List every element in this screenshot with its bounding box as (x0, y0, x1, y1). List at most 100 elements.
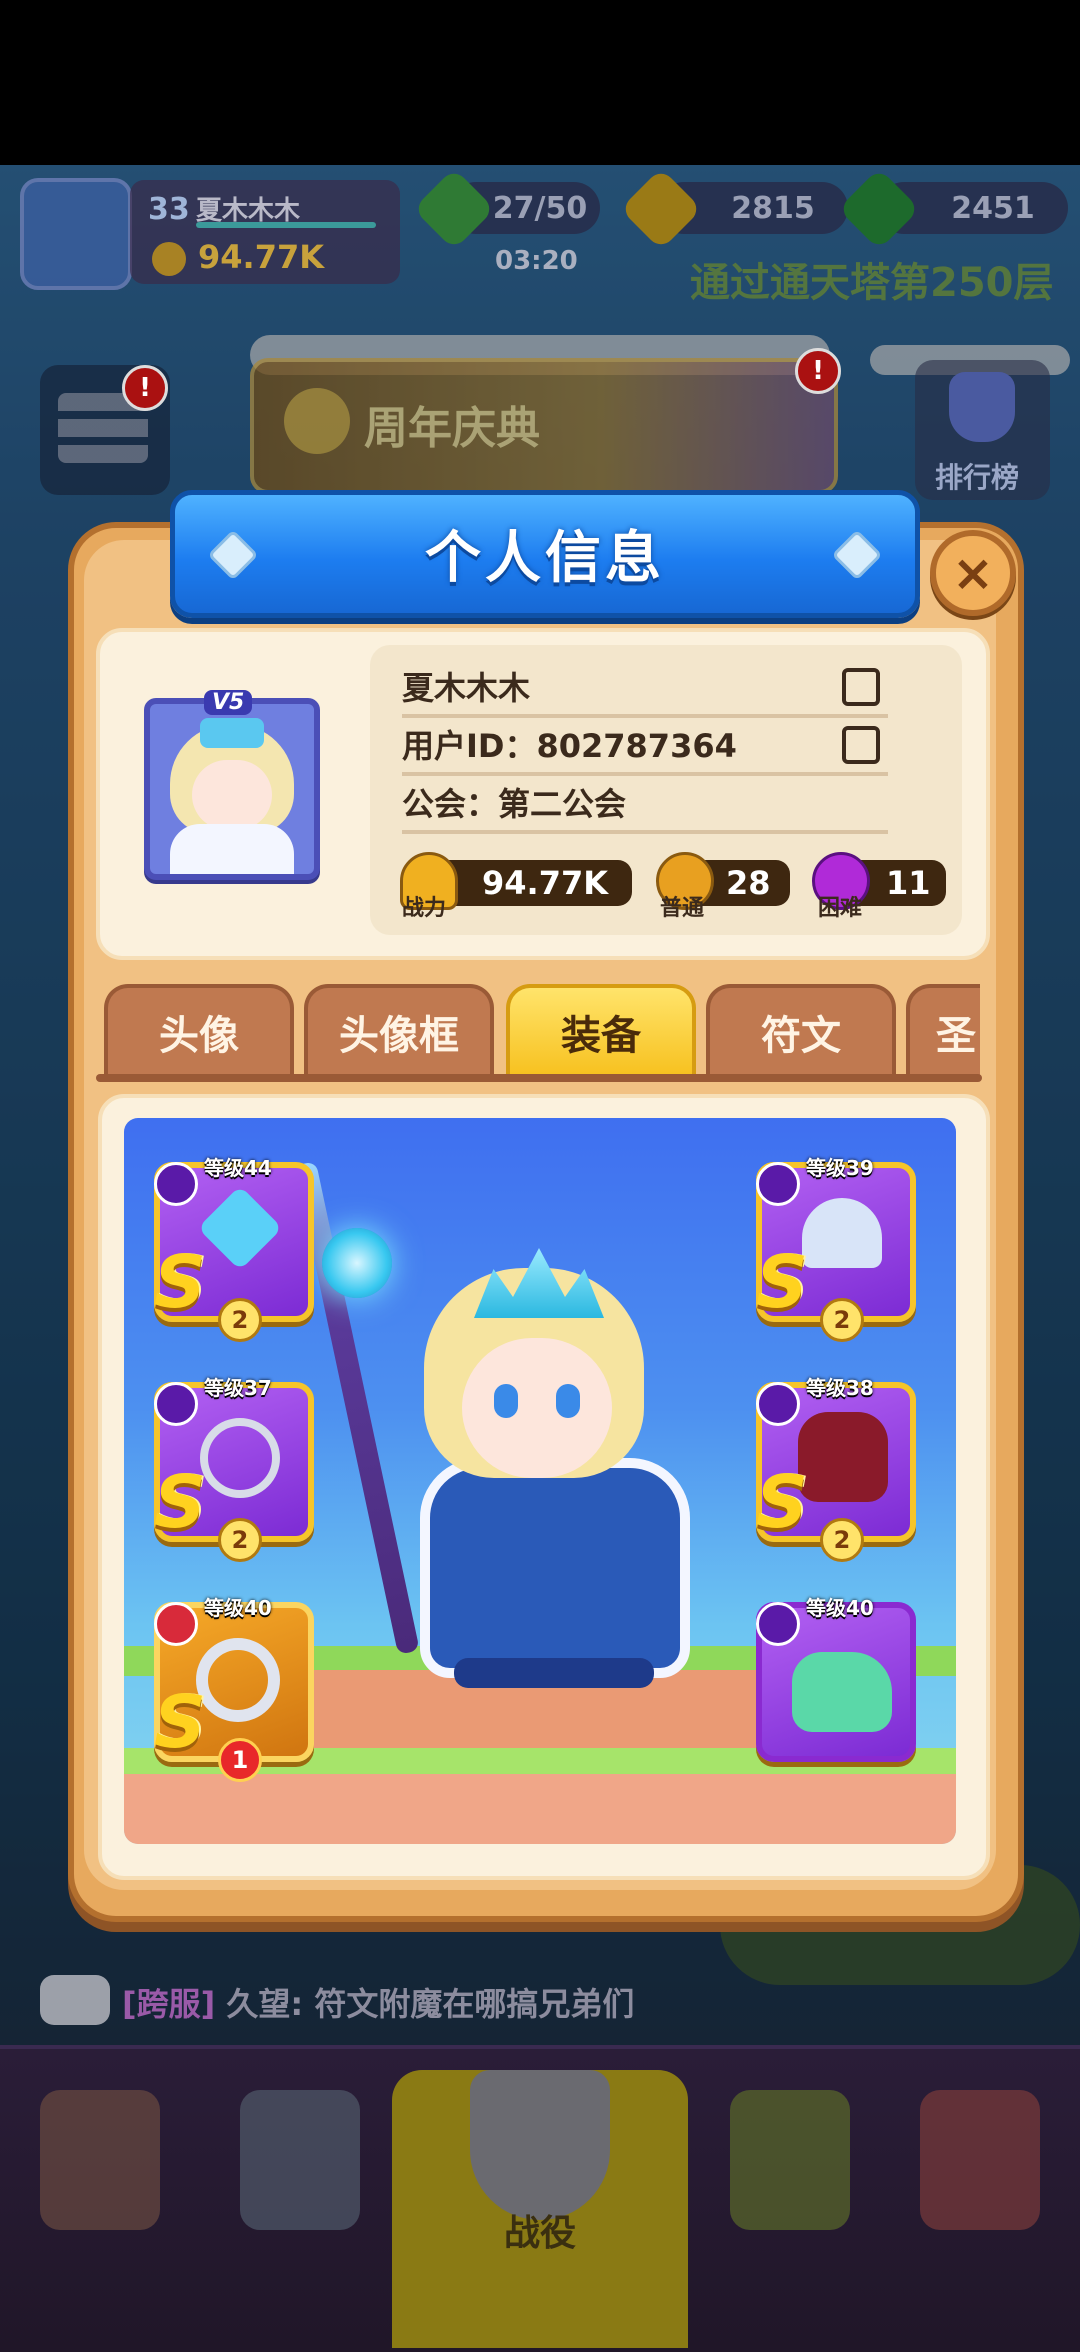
helmet-item-icon (802, 1198, 882, 1268)
hero-eye-left (494, 1384, 518, 1418)
scroll-notice: 通过通天塔第250层 (690, 260, 1054, 306)
nav-arena-icon[interactable] (920, 2090, 1040, 2230)
tab-equipment[interactable]: 装备 (506, 984, 696, 1076)
battle-shield-icon (470, 2070, 610, 2220)
armor-level: 等级38 (806, 1376, 874, 1400)
stamina-timer: 03:20 (495, 246, 578, 276)
hero-boots (454, 1658, 654, 1688)
edit-icon[interactable] (842, 668, 880, 706)
avatar-face (192, 760, 272, 830)
nav-battle-label: 战役 (504, 2213, 577, 2254)
event-banner[interactable]: 周年庆典 (250, 358, 838, 494)
equip-slot-necklace[interactable]: S 2 (154, 1382, 314, 1562)
hero-face (462, 1338, 612, 1478)
dialog-title: 个人信息 (425, 526, 665, 591)
ring-type-icon (154, 1602, 198, 1646)
leaderboard-label: 排行榜 (935, 461, 1020, 494)
power-stat-label: 战力 (402, 896, 447, 921)
status-bar (0, 0, 1080, 165)
boots-item-icon (792, 1652, 892, 1732)
chat-message: [跨服] 久望: 符文附魔在哪搞兄弟们 (122, 1979, 634, 2025)
event-alert-badge: ! (795, 348, 841, 394)
normal-stat-label: 普通 (660, 896, 705, 921)
equip-slot-boots[interactable] (756, 1602, 916, 1762)
necklace-level: 等级37 (204, 1376, 272, 1400)
weapon-grade: S (154, 1240, 206, 1324)
chat-icon (40, 1975, 110, 2025)
armor-grade: S (756, 1460, 808, 1544)
ground-soil (124, 1774, 956, 1844)
gold-value: 2815 (731, 190, 815, 226)
weapon-level: 等级44 (204, 1156, 272, 1180)
player-name-row: 夏木木木 (402, 658, 888, 718)
power-stat-value: 94.77K (482, 864, 609, 902)
leaderboard-button[interactable]: 排行榜 (915, 360, 1050, 500)
nav-forge-icon[interactable] (240, 2090, 360, 2230)
power-icon-hud (152, 242, 186, 276)
avatar-crown (200, 718, 264, 748)
hero-eye-right (556, 1384, 580, 1418)
equip-slot-ring[interactable]: S 1 (154, 1602, 314, 1782)
xp-bar (196, 222, 376, 228)
necklace-grade: S (154, 1460, 206, 1544)
close-button[interactable]: × (930, 530, 1016, 616)
user-id: 用户ID：802787364 (402, 727, 737, 765)
helmet-type-icon (756, 1162, 800, 1206)
armor-type-icon (756, 1382, 800, 1426)
equipment-showcase: S 2 等级44 S 2 等级39 S 2 等级37 S 2 等级38 S 1 … (124, 1118, 956, 1844)
ring-grade: S (154, 1680, 206, 1764)
helmet-star-badge: 2 (820, 1298, 864, 1342)
chat-bar[interactable]: [跨服] 久望: 符文附魔在哪搞兄弟们 (40, 1975, 1040, 2025)
chat-message-text: 久望: 符文附魔在哪搞兄弟们 (226, 1985, 635, 2023)
vip-badge: V5 (204, 690, 253, 715)
close-icon: × (952, 544, 994, 602)
necklace-star-badge: 2 (218, 1518, 262, 1562)
guild-row: 公会：第二公会 (402, 774, 888, 834)
gem-value: 2451 (951, 190, 1035, 226)
avatar[interactable] (144, 698, 320, 880)
tab-runes[interactable]: 符文 (706, 984, 896, 1076)
nav-shop-icon[interactable] (40, 2090, 160, 2230)
menu-alert-badge: ! (122, 365, 168, 411)
equip-slot-armor[interactable]: S 2 (756, 1382, 916, 1562)
helmet-level: 等级39 (806, 1156, 874, 1180)
trophy-icon (949, 372, 1015, 442)
event-title: 周年庆典 (364, 403, 540, 454)
tab-avatar[interactable]: 头像 (104, 984, 294, 1076)
dialog-header: 个人信息 (170, 490, 920, 618)
copy-icon[interactable] (842, 726, 880, 764)
ring-item-icon (196, 1638, 280, 1722)
necklace-item-icon (200, 1418, 280, 1498)
weapon-star-badge: 2 (218, 1298, 262, 1342)
equip-slot-helmet[interactable]: S 2 (756, 1162, 916, 1342)
stamina-value: 27/50 (492, 190, 588, 226)
armor-item-icon (798, 1412, 888, 1502)
weapon-type-icon (154, 1162, 198, 1206)
boots-level: 等级40 (806, 1596, 874, 1620)
ring-star-badge: 1 (218, 1738, 262, 1782)
nav-battle-tab[interactable]: 战役 (392, 2070, 688, 2348)
tabs-divider (96, 1074, 982, 1082)
equip-slot-weapon[interactable]: S 2 (154, 1162, 314, 1342)
weapon-item-icon (197, 1185, 283, 1271)
guild-name: 公会：第二公会 (402, 785, 627, 823)
helmet-grade: S (756, 1240, 808, 1324)
tab-holy[interactable]: 圣 (906, 984, 980, 1076)
player-name: 夏木木木 (402, 669, 531, 707)
nav-trophy-icon[interactable] (730, 2090, 850, 2230)
staff-orb (322, 1228, 392, 1298)
power-value-hud: 94.77K (198, 238, 325, 276)
chat-channel-tag: [跨服] (122, 1985, 216, 2023)
hero-cloak (420, 1458, 690, 1678)
user-id-row: 用户ID：802787364 (402, 716, 888, 776)
necklace-type-icon (154, 1382, 198, 1426)
boots-type-icon (756, 1602, 800, 1646)
hero-crown (474, 1248, 604, 1318)
player-avatar-hud[interactable] (20, 178, 132, 290)
avatar-cloak (170, 824, 294, 874)
armor-star-badge: 2 (820, 1518, 864, 1562)
player-level: 33 (148, 192, 190, 227)
normal-stat-value: 28 (726, 864, 771, 902)
hard-stat-label: 困难 (818, 896, 863, 921)
tab-avatar-frame[interactable]: 头像框 (304, 984, 494, 1076)
